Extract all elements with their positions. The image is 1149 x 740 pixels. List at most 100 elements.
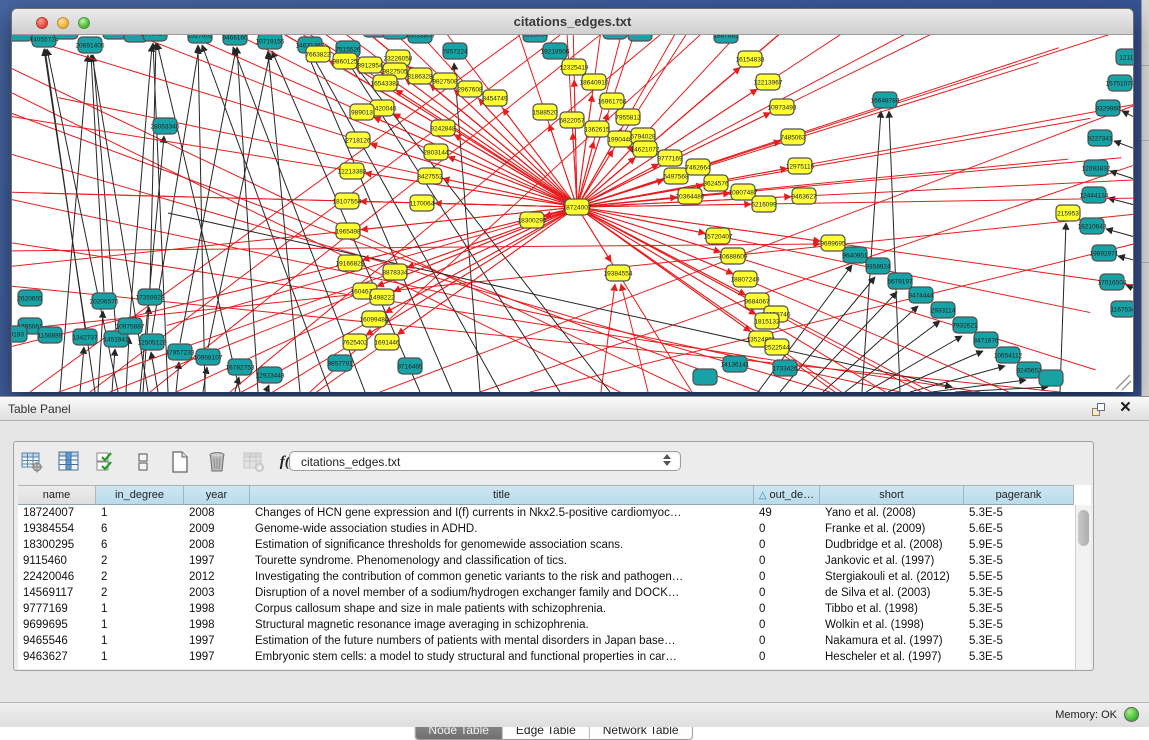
graph-node[interactable] <box>520 212 544 228</box>
citation-edge[interactable] <box>577 35 1006 207</box>
table-cell[interactable]: 2 <box>96 569 184 585</box>
citation-edge[interactable] <box>1122 111 1133 123</box>
citation-edge[interactable] <box>266 385 269 392</box>
graph-node[interactable] <box>765 339 789 355</box>
graph-node[interactable] <box>788 158 812 174</box>
column-header-year[interactable]: year <box>184 485 250 505</box>
citation-edge[interactable] <box>12 213 1133 331</box>
graph-node[interactable] <box>1116 49 1133 65</box>
graph-node[interactable] <box>431 120 455 136</box>
table-cell[interactable]: 6 <box>96 521 184 537</box>
table-cell[interactable]: 1 <box>96 505 184 521</box>
graph-node[interactable] <box>733 271 757 287</box>
delete-table-disabled-icon[interactable] <box>242 450 266 474</box>
graph-node[interactable] <box>953 317 977 333</box>
column-header-name[interactable]: name <box>18 485 96 505</box>
graph-node[interactable] <box>1108 75 1132 91</box>
table-cell[interactable]: 5.3E-5 <box>964 649 1074 665</box>
table-cell[interactable]: 2012 <box>184 569 250 585</box>
citation-edge[interactable] <box>454 135 577 207</box>
table-row[interactable]: 1456911722003Disruption of a novel membe… <box>18 585 1075 601</box>
citation-edge[interactable] <box>888 351 983 392</box>
table-cell[interactable]: 6 <box>96 537 184 553</box>
table-row[interactable]: 911546021997Tourette syndrome. Phenomeno… <box>18 553 1075 569</box>
table-cell[interactable]: 1 <box>96 633 184 649</box>
graph-node[interactable] <box>533 104 557 120</box>
citation-edge[interactable] <box>167 207 577 325</box>
graph-node[interactable] <box>931 302 955 318</box>
table-cell[interactable]: Changes of HCN gene expression and I(f) … <box>250 505 754 521</box>
graph-node[interactable] <box>153 118 177 134</box>
graph-node[interactable] <box>258 367 282 383</box>
table-cell[interactable]: 0 <box>754 537 820 553</box>
graph-node[interactable] <box>138 289 162 305</box>
table-cell[interactable]: 19384554 <box>18 521 96 537</box>
graph-node[interactable] <box>1056 205 1080 221</box>
graph-node[interactable] <box>168 344 192 360</box>
table-row[interactable]: 2242004622012Investigating the contribut… <box>18 569 1075 585</box>
graph-node[interactable] <box>843 247 867 263</box>
citation-edge[interactable] <box>130 45 152 317</box>
graph-node[interactable] <box>408 35 432 43</box>
table-cell[interactable]: 9115460 <box>18 553 96 569</box>
table-cell[interactable]: 49 <box>754 505 820 521</box>
graph-node[interactable] <box>704 175 728 191</box>
citation-edge[interactable] <box>385 207 577 313</box>
column-header-short[interactable]: short <box>820 485 964 505</box>
citation-edge[interactable] <box>577 207 820 241</box>
scrollbar-thumb[interactable] <box>1078 510 1089 546</box>
graph-node[interactable] <box>543 43 567 59</box>
graph-node[interactable] <box>616 109 640 125</box>
table-row[interactable]: 977716911998Corpus callosum shape and si… <box>18 601 1075 617</box>
table-cell[interactable]: 1997 <box>184 553 250 569</box>
graph-node[interactable] <box>909 287 933 303</box>
citation-edge[interactable] <box>112 349 115 392</box>
table-cell[interactable]: 2 <box>96 553 184 569</box>
table-cell[interactable]: 2003 <box>184 585 250 601</box>
graph-node[interactable] <box>12 326 27 342</box>
table-cell[interactable]: 5.5E-5 <box>964 569 1074 585</box>
graph-node[interactable] <box>143 35 167 41</box>
citation-edge[interactable] <box>1118 256 1133 263</box>
table-cell[interactable]: Wolkin et al. (1998) <box>820 617 964 633</box>
table-cell[interactable]: Corpus callosum shape and size in male p… <box>250 601 754 617</box>
graph-node[interactable] <box>458 81 482 97</box>
column-header-out_de[interactable]: △out_de… <box>754 485 820 505</box>
table-cell[interactable]: Embryonic stem cells: a model to study s… <box>250 649 754 665</box>
graph-node[interactable] <box>443 43 467 59</box>
graph-node[interactable] <box>73 329 97 345</box>
citation-edge[interactable] <box>12 87 620 392</box>
graph-node[interactable] <box>333 53 357 69</box>
table-cell[interactable]: Estimation of significance thresholds fo… <box>250 537 754 553</box>
graph-node[interactable] <box>658 150 682 166</box>
table-cell[interactable]: 14569117 <box>18 585 96 601</box>
row-height-icon[interactable] <box>131 450 155 474</box>
table-cell[interactable]: 9465546 <box>18 633 96 649</box>
table-cell[interactable]: 0 <box>754 585 820 601</box>
graph-node[interactable] <box>223 35 247 45</box>
table-cell[interactable]: 0 <box>754 633 820 649</box>
table-cell[interactable]: 1998 <box>184 601 250 617</box>
delete-icon[interactable] <box>205 450 229 474</box>
graph-node[interactable] <box>773 360 797 376</box>
graph-node[interactable] <box>336 223 360 239</box>
graph-node[interactable] <box>1092 245 1116 261</box>
table-row[interactable]: 946554611997Estimation of the future num… <box>18 633 1075 649</box>
citation-edge[interactable] <box>577 35 823 207</box>
table-row[interactable]: 1830029562008Estimation of significance … <box>18 537 1075 553</box>
graph-node[interactable] <box>721 248 745 264</box>
column-header-pagerank[interactable]: pagerank <box>964 485 1074 505</box>
graph-node[interactable] <box>523 35 547 42</box>
citation-edge[interactable] <box>310 35 700 392</box>
graph-node[interactable] <box>888 273 912 289</box>
citation-edge[interactable] <box>1126 285 1133 293</box>
table-cell[interactable]: 5.9E-5 <box>964 537 1074 553</box>
table-cell[interactable]: 2008 <box>184 505 250 521</box>
table-cell[interactable]: Structural magnetic resonance image aver… <box>250 617 754 633</box>
table-cell[interactable]: Franke et al. (2009) <box>820 521 964 537</box>
memory-status-icon[interactable] <box>1124 707 1139 722</box>
graph-node[interactable] <box>418 168 442 184</box>
table-cell[interactable]: de Silva et al. (2003) <box>820 585 964 601</box>
graph-node[interactable] <box>974 332 998 348</box>
graph-node[interactable] <box>362 311 386 327</box>
